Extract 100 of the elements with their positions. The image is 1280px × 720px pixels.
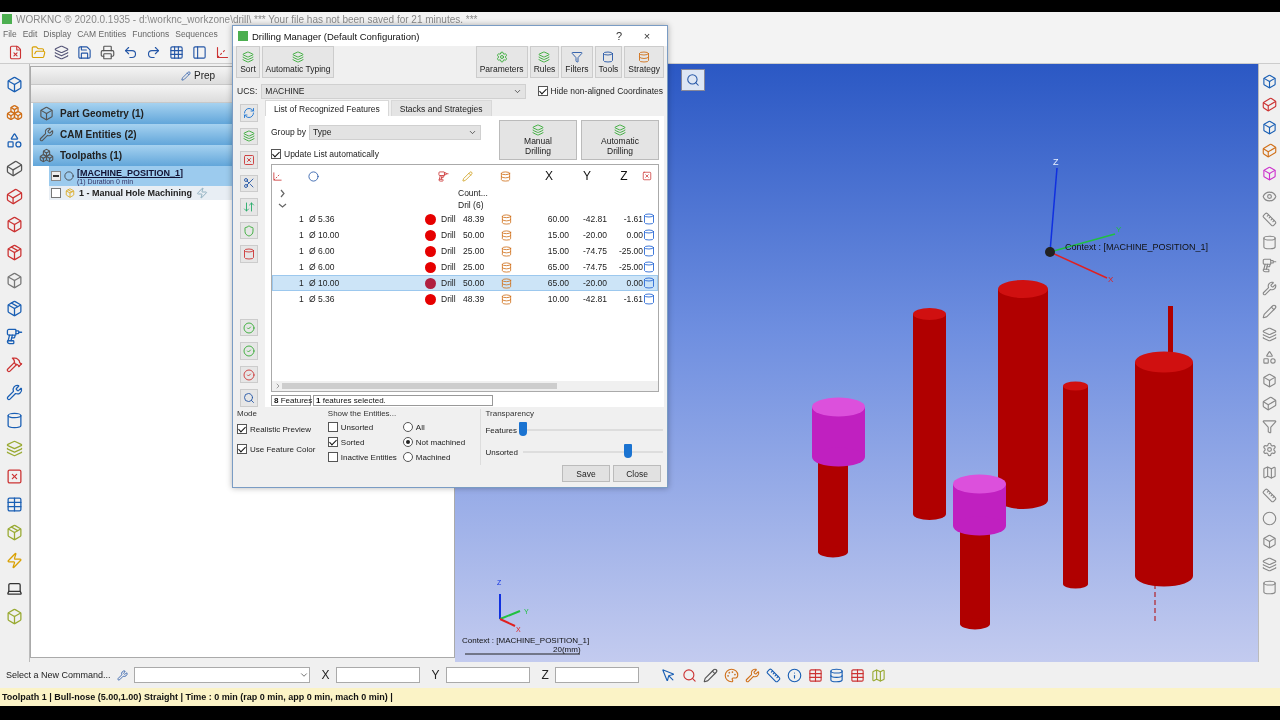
toolbar-button[interactable]: Automatic Typing: [262, 46, 334, 78]
grid-icon[interactable]: [169, 45, 184, 60]
dialog-button[interactable]: Close: [613, 465, 661, 482]
boxes-icon[interactable]: [6, 104, 23, 121]
drill-icon[interactable]: [6, 328, 23, 345]
checkbox[interactable]: [327, 422, 338, 432]
menu-item[interactable]: Functions: [132, 29, 170, 39]
save-icon[interactable]: [77, 45, 92, 60]
wrench-icon[interactable]: [6, 384, 23, 401]
side-tool-button[interactable]: [240, 389, 258, 407]
printer-icon[interactable]: [100, 45, 115, 60]
tab[interactable]: Stacks and Strategies: [390, 100, 492, 116]
map-icon[interactable]: [1262, 465, 1277, 480]
toolbar-button[interactable]: Parameters: [475, 46, 528, 78]
shapes-icon[interactable]: [1262, 350, 1277, 365]
ucs-dropdown[interactable]: MACHINE: [261, 83, 526, 99]
view-button[interactable]: [681, 69, 705, 91]
toolbar-button[interactable]: Tools: [594, 46, 623, 78]
palette-icon[interactable]: [723, 667, 739, 683]
eye-icon[interactable]: [1262, 189, 1277, 204]
pencil-icon[interactable]: [702, 667, 718, 683]
cylinder-icon[interactable]: [1262, 235, 1277, 250]
database-icon[interactable]: [828, 667, 844, 683]
box-icon[interactable]: [1262, 373, 1277, 388]
info-icon[interactable]: [786, 667, 802, 683]
coordinate-field[interactable]: [554, 667, 639, 683]
checkbox[interactable]: [537, 86, 548, 96]
side-tool-button[interactable]: [240, 198, 258, 216]
menu-item[interactable]: Display: [43, 29, 72, 39]
square-x-icon[interactable]: [6, 468, 23, 485]
radio-button[interactable]: [402, 452, 413, 462]
horizontal-scrollbar[interactable]: [272, 381, 658, 391]
coordinate-field[interactable]: [445, 667, 530, 683]
box-icon[interactable]: [6, 608, 23, 625]
box-icon[interactable]: [1262, 534, 1277, 549]
side-tool-button[interactable]: [240, 365, 258, 384]
cuboid-icon[interactable]: [1262, 396, 1277, 411]
ruler-icon[interactable]: [1262, 488, 1277, 503]
filter-icon[interactable]: [1262, 419, 1277, 434]
pencil-icon[interactable]: [1262, 304, 1277, 319]
collapse-toggle[interactable]: [51, 171, 61, 181]
help-button[interactable]: ?: [607, 30, 631, 42]
hammer-icon[interactable]: [6, 356, 23, 373]
command-dropdown[interactable]: [133, 667, 310, 683]
checkbox[interactable]: [51, 188, 61, 198]
side-tool-button[interactable]: [240, 245, 258, 263]
cuboid-icon[interactable]: [6, 188, 23, 205]
tree-item[interactable]: 1 - Manual Hole Machining: [79, 188, 192, 198]
package-icon[interactable]: [6, 524, 23, 541]
group-by-dropdown[interactable]: Type: [308, 124, 481, 140]
menu-item[interactable]: Sequences: [175, 29, 218, 39]
side-tool-button[interactable]: [240, 151, 258, 169]
undo-icon[interactable]: [123, 45, 138, 60]
column-header[interactable]: Z: [606, 169, 642, 183]
panel-icon[interactable]: [192, 45, 207, 60]
radio-button[interactable]: [402, 437, 413, 447]
wrench-icon[interactable]: [744, 667, 760, 683]
slider-thumb[interactable]: [519, 422, 528, 436]
column-header[interactable]: Y: [568, 169, 606, 183]
box-icon[interactable]: [1262, 120, 1277, 135]
toolbar-button[interactable]: Rules: [529, 46, 560, 78]
toolbar-button[interactable]: Sort: [236, 46, 260, 78]
box-icon[interactable]: [1262, 74, 1277, 89]
menu-item[interactable]: CAM Entities: [77, 29, 127, 39]
panel-header[interactable]: Prep: [194, 70, 216, 81]
toolbar-button[interactable]: Filters: [561, 46, 593, 78]
box-icon[interactable]: [6, 272, 23, 289]
redo-icon[interactable]: [146, 45, 161, 60]
file-icon[interactable]: [8, 45, 23, 60]
table-icon[interactable]: [849, 667, 865, 683]
side-tool-button[interactable]: [240, 104, 258, 122]
checkbox[interactable]: [327, 437, 338, 447]
ruler-icon[interactable]: [765, 667, 781, 683]
pointer-icon[interactable]: [660, 667, 676, 683]
shapes-icon[interactable]: [6, 132, 23, 149]
table-icon[interactable]: [6, 496, 23, 513]
action-button[interactable]: Automatic Drilling: [581, 120, 659, 160]
ruler-icon[interactable]: [1262, 212, 1277, 227]
close-button[interactable]: ×: [635, 30, 659, 42]
checkbox[interactable]: [271, 149, 281, 159]
box-icon[interactable]: [1262, 166, 1277, 181]
checkbox[interactable]: [237, 444, 247, 454]
laptop-icon[interactable]: [6, 580, 23, 597]
map-icon[interactable]: [870, 667, 886, 683]
slider-thumb[interactable]: [624, 444, 633, 458]
menu-item[interactable]: Edit: [22, 29, 38, 39]
tab[interactable]: List of Recognized Features: [265, 100, 389, 116]
action-button[interactable]: Manual Drilling: [499, 120, 577, 160]
box-icon[interactable]: [6, 76, 23, 93]
checkbox[interactable]: [327, 452, 338, 462]
package-icon[interactable]: [6, 244, 23, 261]
cylinder-icon[interactable]: [1262, 580, 1277, 595]
column-header[interactable]: X: [530, 169, 568, 183]
toolbar-button[interactable]: Strategy: [624, 46, 664, 78]
package-icon[interactable]: [6, 300, 23, 317]
search-icon[interactable]: [681, 667, 697, 683]
settings-icon[interactable]: [1262, 442, 1277, 457]
menu-item[interactable]: File: [3, 29, 17, 39]
cylinder-icon[interactable]: [6, 412, 23, 429]
layers-icon[interactable]: [54, 45, 69, 60]
